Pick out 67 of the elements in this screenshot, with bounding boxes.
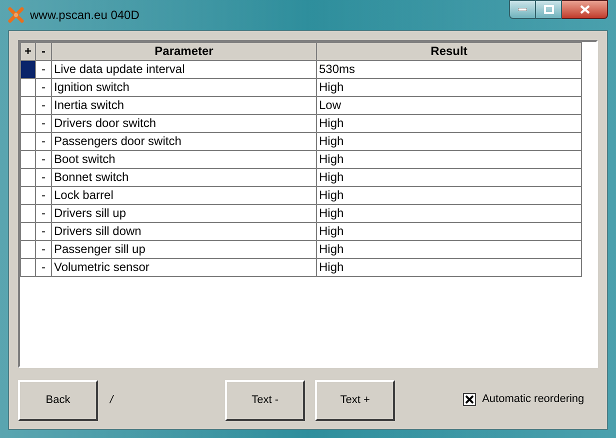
- window-title: www.pscan.eu 040D: [30, 7, 140, 24]
- parameter-cell: Drivers sill down: [52, 222, 316, 240]
- result-cell: High: [316, 258, 582, 276]
- result-cell: High: [316, 222, 582, 240]
- parameter-cell: Passenger sill up: [52, 240, 316, 258]
- row-selector[interactable]: [20, 240, 36, 258]
- column-header[interactable]: +: [20, 42, 36, 60]
- checkbox[interactable]: [463, 392, 476, 406]
- close-button[interactable]: [562, 0, 608, 19]
- row-selector[interactable]: [20, 114, 36, 132]
- row-marker: -: [36, 222, 52, 240]
- row-selector[interactable]: [20, 132, 36, 150]
- parameter-cell: Boot switch: [52, 150, 316, 168]
- result-cell: High: [316, 168, 582, 186]
- back-button[interactable]: Back: [18, 380, 98, 421]
- parameter-cell: Drivers sill up: [52, 204, 316, 222]
- row-marker: -: [36, 258, 52, 276]
- parameter-cell: Lock barrel: [52, 186, 316, 204]
- maximize-button[interactable]: [536, 0, 562, 19]
- row-marker: -: [36, 78, 52, 96]
- minimize-button[interactable]: [509, 0, 536, 19]
- row-marker: -: [36, 240, 52, 258]
- row-marker: -: [36, 168, 52, 186]
- row-selector[interactable]: [20, 96, 36, 114]
- row-selector[interactable]: [20, 222, 36, 240]
- parameter-cell: Ignition switch: [52, 78, 316, 96]
- row-selector[interactable]: [20, 78, 36, 96]
- parameter-cell: Volumetric sensor: [52, 258, 316, 276]
- row-marker: -: [36, 60, 52, 78]
- column-header[interactable]: Result: [316, 42, 582, 60]
- row-marker: -: [36, 114, 52, 132]
- parameter-cell: Drivers door switch: [52, 114, 316, 132]
- check-mark-icon: [465, 394, 474, 404]
- row-selector[interactable]: [20, 60, 36, 78]
- result-cell: High: [316, 150, 582, 168]
- result-cell: 530ms: [316, 60, 582, 78]
- result-cell: High: [316, 132, 582, 150]
- result-cell: High: [316, 78, 582, 96]
- row-marker: -: [36, 150, 52, 168]
- row-marker: -: [36, 132, 52, 150]
- parameter-cell: Bonnet switch: [52, 168, 316, 186]
- row-selector[interactable]: [20, 150, 36, 168]
- row-selector[interactable]: [20, 204, 36, 222]
- path-separator: /: [110, 393, 114, 408]
- row-selector[interactable]: [20, 258, 36, 276]
- row-selector[interactable]: [20, 186, 36, 204]
- result-cell: High: [316, 204, 582, 222]
- parameter-cell: Inertia switch: [52, 96, 316, 114]
- result-cell: High: [316, 114, 582, 132]
- close-icon: [580, 5, 590, 14]
- result-cell: Low: [316, 96, 582, 114]
- checkbox-label: Automatic reordering: [482, 392, 584, 407]
- result-cell: High: [316, 186, 582, 204]
- parameter-cell: Passengers door switch: [52, 132, 316, 150]
- result-cell: High: [316, 240, 582, 258]
- text-larger-button[interactable]: Text +: [315, 380, 396, 421]
- row-marker: -: [36, 96, 52, 114]
- parameter-cell: Live data update interval: [52, 60, 316, 78]
- minimize-icon: [518, 8, 527, 11]
- text-smaller-button[interactable]: Text -: [225, 380, 306, 421]
- row-marker: -: [36, 204, 52, 222]
- app-logo-icon: [8, 7, 24, 23]
- row-selector[interactable]: [20, 168, 36, 186]
- column-header[interactable]: Parameter: [52, 42, 316, 60]
- row-marker: -: [36, 186, 52, 204]
- maximize-icon: [544, 5, 554, 14]
- column-header[interactable]: -: [36, 42, 52, 60]
